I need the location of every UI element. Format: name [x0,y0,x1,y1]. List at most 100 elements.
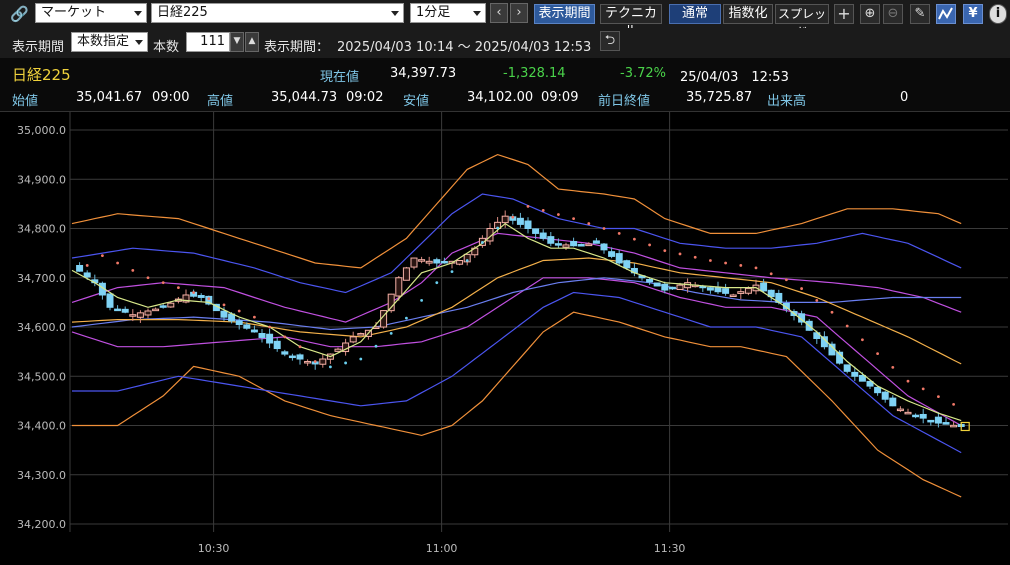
sar-dot [359,357,363,361]
candle-up [501,215,509,224]
zoom-in-icon[interactable]: ⊕ [860,4,880,24]
sar-dot [709,259,712,262]
count-label: 本数 [153,40,180,55]
candle-up [395,277,403,297]
low-value: 34,102.00 [467,90,534,105]
pencil-icon[interactable]: ✎ [910,4,930,24]
interval-select[interactable]: 1分足 [410,3,486,23]
sar-dot [785,278,788,282]
chevron-down-icon [135,40,143,45]
current-label: 現在値 [320,70,360,85]
sar-dot [617,232,621,235]
sar-dot [557,213,560,216]
toolbar: 🔗 マーケット 日経225 1分足 ‹ › 表示期間 テクニカル 通常 指数化 … [0,0,1010,39]
sar-dot [648,243,651,247]
reset-icon[interactable]: ⮌ [600,31,620,51]
next-button[interactable]: › [510,3,528,23]
candle-up [349,336,357,343]
sar-dot [845,324,849,328]
prev-close-value: 35,725.87 [686,90,753,105]
candle-down [706,287,714,291]
sar-dot [769,272,773,276]
sar-dot [420,299,423,302]
change-pct: -3.72% [620,66,666,81]
candle-up [136,312,144,318]
candle-up [152,308,160,312]
candle-down [889,397,897,407]
candle-up [334,348,342,352]
sar-dot [739,264,743,267]
candle-down [881,391,889,400]
chevron-down-icon [473,11,481,16]
quote-datetime: 25/04/03 12:53 [680,70,789,85]
candle-down [524,220,532,229]
mode-select-value: 本数指定 [77,34,130,49]
candle-up [562,244,570,248]
candle-up [729,294,737,297]
candle-down [843,364,851,372]
candle-up [129,314,137,317]
x-tick-label: 11:00 [426,542,458,555]
sar-dot [101,254,104,257]
info-icon[interactable]: i [989,4,1007,24]
count-down-icon[interactable]: ▼ [230,32,244,52]
candle-down [661,283,669,291]
candle-down [912,414,920,418]
sar-dot [313,360,317,363]
sar-dot [222,303,226,307]
sar-dot [283,335,287,339]
high-time: 09:02 [346,90,384,105]
sar-dot [800,287,803,290]
candle-up [456,260,464,265]
spread-button[interactable]: スプレッド [775,4,829,39]
sar-dot [587,222,591,225]
candle-down [927,419,935,423]
candle-down [235,320,243,326]
y-tick-label: 34,400.0 [17,420,66,433]
sar-dot [663,249,667,253]
chevron-down-icon [134,11,142,16]
candle-down [243,324,251,329]
index-button[interactable]: 指数化 [723,4,773,24]
open-time: 09:00 [152,90,190,105]
y-tick-label: 35,000.0 [17,124,66,137]
chart-canvas[interactable]: 35,000.0 34,900.0 34,800.0 34,700.0 34,600.0… [0,112,1010,565]
y-tick-label: 34,200.0 [17,518,66,531]
candle-down [220,310,228,318]
sar-dot [678,252,682,256]
candle-down [934,416,942,424]
sar-dot [237,309,241,313]
crosshair-icon[interactable]: + [834,4,854,24]
candle-down [615,253,623,264]
candle-down [874,386,882,394]
sar-dot [572,217,575,221]
prev-button[interactable]: ‹ [490,3,508,23]
technical-button[interactable]: テクニカル [600,4,662,39]
sar-dot [952,402,955,406]
count-up-icon[interactable]: ▲ [245,32,259,52]
chevron-down-icon [391,11,399,16]
low-label: 安値 [403,94,430,109]
sar-dot [830,310,834,314]
sar-dot [253,315,256,319]
chart-pattern-icon[interactable] [936,4,956,24]
normal-button[interactable]: 通常 [669,4,721,24]
sar-dot [405,316,408,320]
period-label: 表示期間 [12,40,65,55]
market-select[interactable]: マーケット [35,3,147,23]
link-icon[interactable]: 🔗 [10,5,29,23]
mode-select[interactable]: 本数指定 [71,32,148,52]
candle-down [250,329,258,333]
candle-down [159,305,167,308]
candle-up [585,243,593,247]
yen-icon[interactable]: ¥ [963,4,983,24]
price-chart[interactable]: 35,000.0 34,900.0 34,800.0 34,700.0 34,600.0… [0,112,1010,565]
period-button[interactable]: 表示期間 [534,4,595,24]
zoom-out-icon[interactable]: ⊖ [883,4,903,24]
symbol-select[interactable]: 日経225 [151,3,404,23]
sar-dot [131,268,135,272]
sar-dot [891,365,895,369]
candle-up [896,408,904,412]
count-input[interactable]: 111 [186,32,230,52]
candle-down [577,244,585,247]
